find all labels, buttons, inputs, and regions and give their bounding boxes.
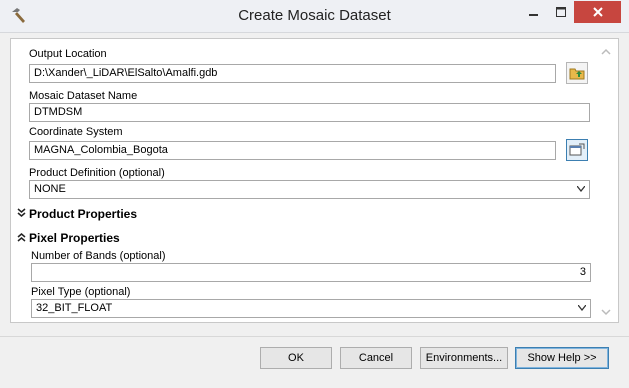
dataset-name-label: Mosaic Dataset Name: [29, 90, 138, 102]
product-properties-header[interactable]: Product Properties: [29, 207, 137, 221]
chevron-down-icon: [578, 305, 586, 311]
output-location-input[interactable]: D:\Xander\_LiDAR\ElSalto\Amalfi.gdb: [29, 64, 556, 83]
footer-divider: [0, 336, 629, 337]
product-definition-value: NONE: [34, 183, 66, 195]
maximize-icon: [555, 7, 566, 17]
collapse-chevron-icon[interactable]: [17, 232, 26, 242]
expand-chevron-icon[interactable]: [17, 208, 26, 218]
close-icon: [592, 7, 603, 17]
number-of-bands-label: Number of Bands (optional): [31, 250, 166, 262]
title-bar: Create Mosaic Dataset: [0, 0, 629, 33]
show-help-button[interactable]: Show Help >>: [515, 347, 609, 369]
folder-icon: [569, 68, 585, 80]
product-definition-select[interactable]: NONE: [29, 180, 590, 199]
pixel-type-value: 32_BIT_FLOAT: [36, 302, 113, 314]
environments-button[interactable]: Environments...: [420, 347, 508, 369]
chevron-down-icon: [577, 186, 585, 192]
number-of-bands-input[interactable]: 3: [31, 263, 591, 282]
coordinate-system-label: Coordinate System: [29, 126, 123, 138]
minimize-icon: [528, 14, 538, 16]
properties-icon: [569, 143, 585, 156]
minimize-button[interactable]: [520, 1, 547, 23]
scroll-up-icon[interactable]: [601, 48, 611, 56]
pixel-type-label: Pixel Type (optional): [31, 286, 131, 298]
cancel-button[interactable]: Cancel: [340, 347, 412, 369]
parameters-panel: Output Location D:\Xander\_LiDAR\ElSalto…: [10, 38, 619, 323]
pixel-properties-header[interactable]: Pixel Properties: [29, 231, 120, 245]
output-location-label: Output Location: [29, 48, 107, 60]
coordinate-system-properties-button[interactable]: [566, 139, 588, 161]
maximize-button[interactable]: [547, 1, 574, 23]
coordinate-system-input[interactable]: MAGNA_Colombia_Bogota: [29, 141, 556, 160]
ok-button[interactable]: OK: [260, 347, 332, 369]
close-button[interactable]: [574, 1, 621, 23]
output-location-browse-button[interactable]: [566, 62, 588, 84]
product-definition-label: Product Definition (optional): [29, 167, 165, 179]
scroll-down-icon[interactable]: [601, 308, 611, 316]
vertical-scrollbar[interactable]: [599, 46, 613, 324]
dataset-name-input[interactable]: DTMDSM: [29, 103, 590, 122]
pixel-type-select[interactable]: 32_BIT_FLOAT: [31, 299, 591, 318]
